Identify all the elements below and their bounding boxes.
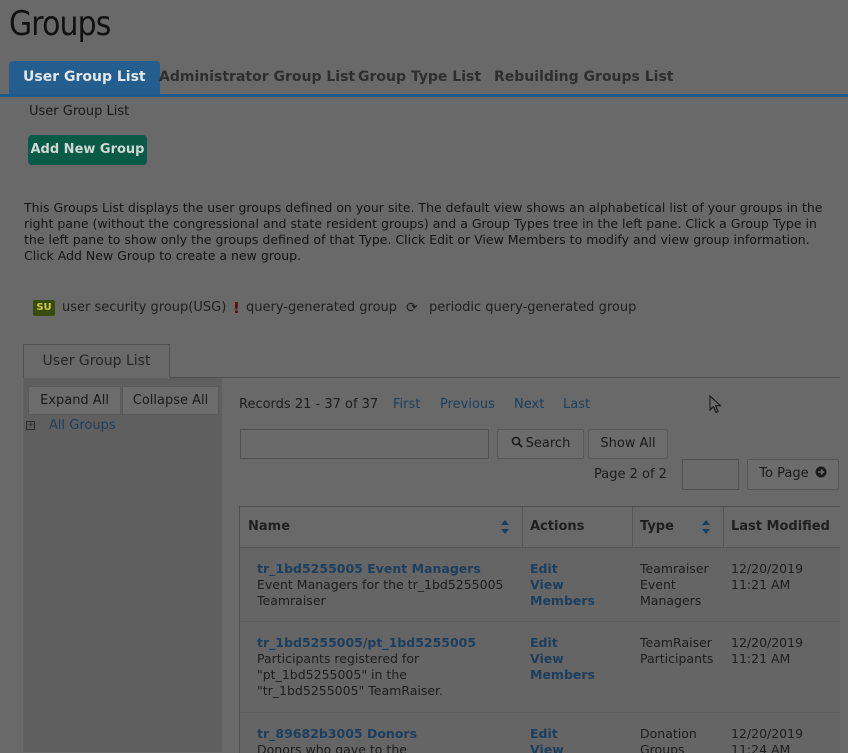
tree-item-all-groups[interactable]: All Groups: [49, 418, 116, 433]
group-name-link[interactable]: tr_89682b3005 Donors: [257, 726, 507, 742]
group-description: Participants registered for "pt_1bd52550…: [257, 651, 444, 698]
edit-link[interactable]: Edit: [530, 726, 630, 742]
group-type: Teamraiser Event Managers: [640, 561, 709, 608]
legend-usg-label: user security group(USG): [62, 300, 227, 315]
view-members-link[interactable]: View Members: [530, 651, 630, 683]
tab-rebuilding-groups-list[interactable]: Rebuilding Groups List: [480, 62, 688, 93]
search-button[interactable]: Search: [497, 429, 584, 459]
expand-all-button[interactable]: Expand All: [28, 386, 121, 415]
group-types-pane: Expand All Collapse All + All Groups: [23, 378, 222, 752]
group-description: Event Managers for the tr_1bd5255005 Tea…: [257, 577, 504, 608]
to-page-button[interactable]: To Page: [747, 459, 839, 490]
add-new-group-button[interactable]: Add New Group: [28, 135, 147, 165]
search-icon: [511, 436, 523, 448]
last-page-link[interactable]: Last: [563, 397, 590, 412]
previous-page-link[interactable]: Previous: [440, 397, 495, 412]
legend-query-label: query-generated group: [246, 300, 398, 315]
row-actions-cell: Edit View Members: [530, 561, 630, 609]
header-name[interactable]: Name: [248, 507, 290, 547]
show-all-button[interactable]: Show All: [588, 429, 668, 459]
tab-sub-user-group-list[interactable]: User Group List: [23, 344, 170, 378]
view-members-link[interactable]: View Members: [530, 577, 630, 609]
header-last-modified: Last Modified: [731, 519, 830, 534]
group-name-link[interactable]: tr_1bd5255005/pt_1bd5255005: [257, 635, 515, 651]
last-modified: 12/20/2019 11:24 AM: [731, 726, 804, 753]
group-description: Donors who gave to the: [257, 742, 407, 753]
top-tab-bar: User Group List Administrator Group List…: [0, 61, 848, 97]
table-row: tr_1bd5255005/pt_1bd5255005 Participants…: [240, 622, 840, 713]
last-modified: 12/20/2019 11:21 AM: [731, 561, 804, 592]
tab-group-type-list[interactable]: Group Type List: [344, 62, 495, 93]
collapse-all-button[interactable]: Collapse All: [122, 386, 219, 415]
to-page-label: To Page: [759, 466, 809, 481]
records-count: Records 21 - 37 of 37: [239, 397, 379, 412]
breadcrumb: User Group List: [29, 104, 130, 119]
usg-icon: SU: [33, 300, 55, 316]
refresh-cycle-icon: ⟳: [406, 300, 418, 316]
edit-link[interactable]: Edit: [530, 561, 630, 577]
last-modified: 12/20/2019 11:21 AM: [731, 635, 804, 666]
sort-icon[interactable]: [500, 519, 510, 535]
sub-tab-bar: User Group List: [23, 344, 840, 378]
search-input[interactable]: [240, 429, 489, 459]
table-row: tr_89682b3005 Donors Donors who gave to …: [240, 713, 840, 753]
tab-user-group-list[interactable]: User Group List: [9, 61, 160, 94]
tab-administrator-group-list[interactable]: Administrator Group List: [145, 62, 369, 93]
table-header: Name Actions Type Last Modified: [240, 507, 840, 548]
search-button-label: Search: [525, 436, 571, 451]
mouse-cursor-icon: [709, 395, 722, 414]
page-title: Groups: [9, 4, 111, 44]
groups-table: Name Actions Type Last Modified tr_1bd52…: [239, 506, 840, 753]
group-name-link[interactable]: tr_1bd5255005 Event Managers: [257, 561, 507, 577]
row-actions-cell: Edit View Members: [530, 635, 630, 683]
tree-expand-icon[interactable]: +: [26, 421, 35, 430]
next-page-link[interactable]: Next: [514, 397, 544, 412]
page-number-input[interactable]: [682, 459, 739, 490]
row-name-cell: tr_1bd5255005/pt_1bd5255005 Participants…: [257, 635, 515, 699]
page-description: This Groups List displays the user group…: [24, 200, 823, 263]
group-type: TeamRaiser Participants: [640, 635, 714, 666]
sort-icon[interactable]: [701, 519, 711, 535]
header-actions: Actions: [530, 519, 585, 534]
edit-link[interactable]: Edit: [530, 635, 630, 651]
arrow-circle-right-icon: [815, 466, 827, 478]
legend-periodic-label: periodic query-generated group: [429, 300, 637, 315]
first-page-link[interactable]: First: [393, 397, 420, 412]
group-type: Donation Groups: [640, 726, 697, 753]
view-members-link[interactable]: View Members: [530, 742, 630, 753]
table-row: tr_1bd5255005 Event Managers Event Manag…: [240, 548, 840, 622]
row-name-cell: tr_1bd5255005 Event Managers Event Manag…: [257, 561, 507, 609]
exclamation-icon: !: [233, 299, 240, 317]
header-type[interactable]: Type: [640, 507, 674, 547]
row-actions-cell: Edit View Members: [530, 726, 630, 753]
page-indicator: Page 2 of 2: [594, 467, 667, 482]
row-name-cell: tr_89682b3005 Donors Donors who gave to …: [257, 726, 507, 753]
